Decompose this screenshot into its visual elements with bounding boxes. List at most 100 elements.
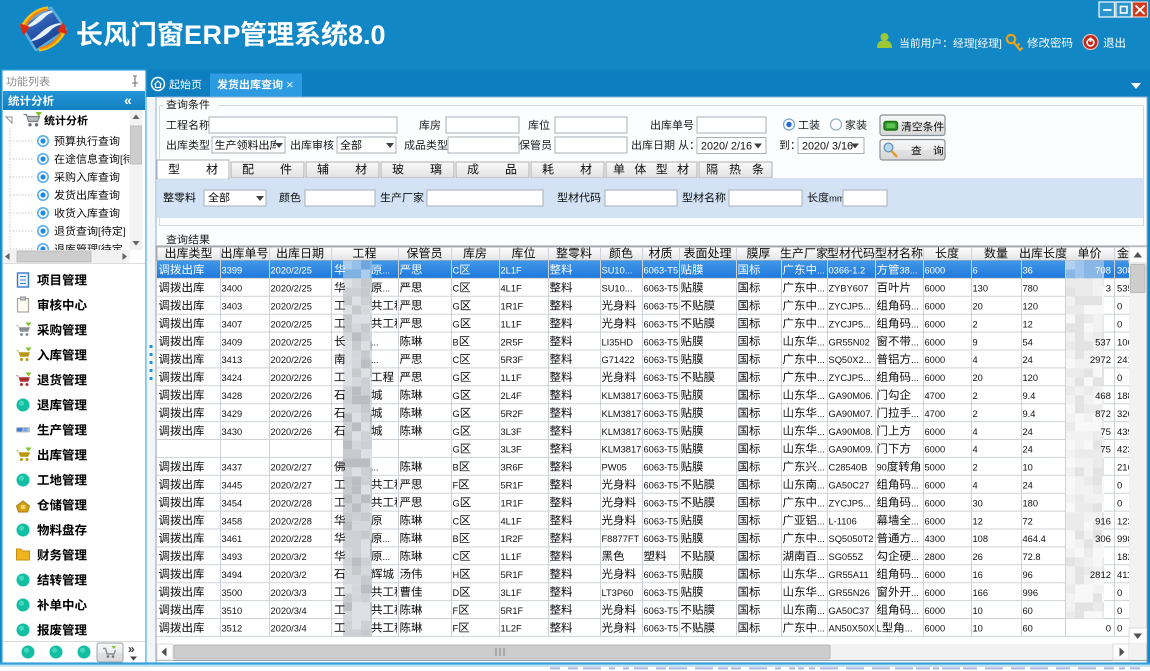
- svg-text:5R3F: 5R3F: [501, 355, 524, 365]
- svg-text:...: ...: [911, 570, 919, 580]
- svg-text:SU10...: SU10...: [602, 266, 633, 276]
- svg-text:24: 24: [1023, 427, 1033, 437]
- svg-text:6000: 6000: [925, 266, 946, 276]
- svg-text:9.4: 9.4: [1023, 391, 1036, 401]
- svg-text:...: ...: [911, 588, 919, 598]
- svg-text:780: 780: [1023, 284, 1039, 294]
- svg-text:G: G: [453, 498, 460, 508]
- svg-text:6000: 6000: [925, 481, 946, 491]
- svg-text:2020/2/25: 2020/2/25: [271, 337, 312, 347]
- svg-text:...: ...: [911, 337, 919, 347]
- svg-text:KLM3817: KLM3817: [602, 445, 642, 455]
- svg-text:3454: 3454: [222, 498, 243, 508]
- svg-text:3L3F: 3L3F: [501, 445, 523, 455]
- svg-text:[: [: [98, 227, 101, 238]
- svg-text:0: 0: [1117, 319, 1122, 330]
- svg-text:...: ...: [817, 355, 825, 365]
- svg-text:6000: 6000: [925, 427, 946, 437]
- svg-text:10: 10: [973, 624, 983, 634]
- svg-text:G: G: [453, 427, 460, 437]
- svg-text:ZYCJP5...: ZYCJP5...: [829, 302, 871, 312]
- svg-text:6063-T5: 6063-T5: [644, 302, 679, 312]
- svg-text:26: 26: [973, 552, 983, 562]
- svg-text:6000: 6000: [925, 373, 946, 383]
- svg-text:12: 12: [1023, 319, 1033, 329]
- svg-text:...: ...: [817, 373, 825, 383]
- svg-text:...: ...: [817, 534, 825, 544]
- svg-text:6000: 6000: [925, 498, 946, 508]
- svg-text:...: ...: [911, 355, 919, 365]
- svg-text:...: ...: [911, 302, 919, 312]
- svg-text:...: ...: [817, 319, 825, 329]
- svg-text:×: ×: [286, 77, 294, 92]
- svg-text:...: ...: [911, 481, 919, 491]
- svg-text:1L2F: 1L2F: [501, 624, 523, 634]
- svg-text:2020/2/26: 2020/2/26: [271, 409, 312, 419]
- svg-text:6063-T5: 6063-T5: [644, 606, 679, 616]
- svg-text:G71422: G71422: [602, 355, 635, 365]
- svg-text:3413: 3413: [222, 355, 243, 365]
- svg-text:3409: 3409: [222, 337, 243, 347]
- svg-text:2020/2/28: 2020/2/28: [271, 516, 312, 526]
- svg-text:5000: 5000: [925, 463, 946, 473]
- svg-text:24: 24: [1023, 355, 1033, 365]
- svg-text:306: 306: [1095, 534, 1111, 545]
- svg-text:108: 108: [973, 534, 989, 544]
- svg-text:916: 916: [1095, 516, 1111, 527]
- svg-text:6063-T5: 6063-T5: [644, 516, 679, 526]
- svg-text:SQ50X2...: SQ50X2...: [829, 355, 872, 365]
- svg-text:...: ...: [817, 463, 825, 473]
- svg-text:AN50X50X2: AN50X50X2: [829, 624, 880, 634]
- svg-text:3: 3: [1106, 284, 1111, 295]
- svg-text:B: B: [453, 337, 459, 347]
- svg-text:...: ...: [817, 302, 825, 312]
- svg-text:...: ...: [371, 337, 379, 347]
- svg-text:54: 54: [1023, 337, 1033, 347]
- svg-text:2020/3/3: 2020/3/3: [271, 588, 307, 598]
- svg-text:...: ...: [817, 588, 825, 598]
- svg-text:30: 30: [973, 498, 983, 508]
- svg-text:2020/3/2: 2020/3/2: [271, 552, 307, 562]
- svg-text:...: ...: [371, 355, 379, 365]
- svg-text:2020/ 3/16: 2020/ 3/16: [802, 141, 853, 153]
- svg-text:72: 72: [1023, 516, 1033, 526]
- svg-text:GR55N02: GR55N02: [829, 337, 870, 347]
- svg-text:537: 537: [1095, 337, 1111, 348]
- svg-text:5R1F: 5R1F: [501, 570, 524, 580]
- svg-text:6063-T5: 6063-T5: [644, 266, 679, 276]
- svg-text:6063-T5: 6063-T5: [644, 445, 679, 455]
- svg-text:60: 60: [1023, 606, 1033, 616]
- svg-text:6063-T5: 6063-T5: [644, 463, 679, 473]
- svg-text:0: 0: [1106, 624, 1111, 635]
- svg-text:...: ...: [817, 552, 825, 562]
- svg-text:2: 2: [973, 391, 978, 401]
- svg-text:...: ...: [817, 516, 825, 526]
- svg-text:3407: 3407: [222, 319, 243, 329]
- svg-text:1R1F: 1R1F: [501, 302, 524, 312]
- svg-text:5R1F: 5R1F: [501, 481, 524, 491]
- svg-text:6000: 6000: [925, 319, 946, 329]
- svg-text:GA50C27: GA50C27: [829, 481, 870, 491]
- svg-text:C: C: [453, 355, 460, 365]
- svg-text:ZYBY607: ZYBY607: [829, 284, 869, 294]
- svg-text:2: 2: [973, 463, 978, 473]
- svg-text:120: 120: [1023, 373, 1039, 383]
- svg-text:2020/2/28: 2020/2/28: [271, 534, 312, 544]
- svg-text:6063-T5: 6063-T5: [644, 319, 679, 329]
- svg-text:120: 120: [1023, 302, 1039, 312]
- svg-text:...: ...: [383, 266, 391, 276]
- svg-text:SG055Z: SG055Z: [829, 552, 864, 562]
- svg-text:72.8: 72.8: [1023, 552, 1041, 562]
- svg-text:H: H: [453, 570, 460, 580]
- svg-text:4: 4: [973, 427, 978, 437]
- svg-text:130: 130: [973, 284, 989, 294]
- svg-text:3494: 3494: [222, 570, 243, 580]
- svg-text:3400: 3400: [222, 284, 243, 294]
- svg-text:B: B: [453, 534, 459, 544]
- svg-text:96: 96: [1023, 570, 1033, 580]
- svg-text:38...: 38...: [900, 266, 918, 276]
- svg-text:2020/2/25: 2020/2/25: [271, 302, 312, 312]
- svg-text:708: 708: [1095, 266, 1111, 277]
- svg-text:3512: 3512: [222, 624, 243, 634]
- svg-text:9: 9: [973, 337, 978, 347]
